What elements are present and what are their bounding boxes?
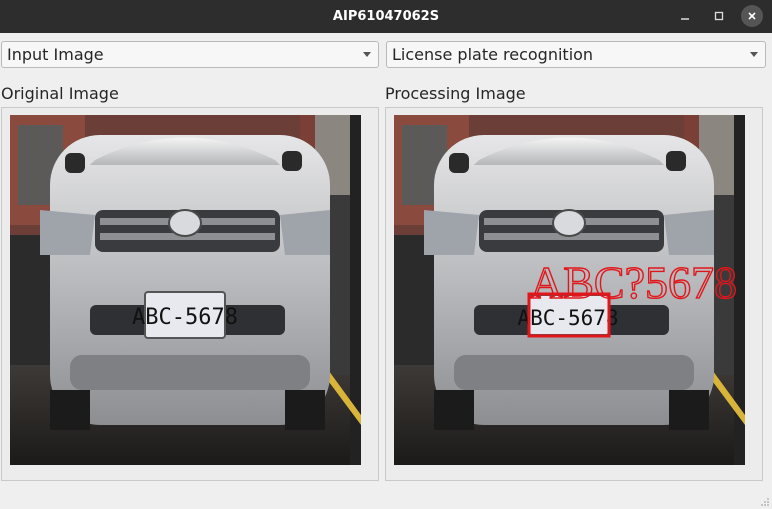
chevron-down-icon — [750, 52, 758, 57]
chevron-down-icon — [363, 52, 371, 57]
title-bar: AIP61047062S — [0, 0, 772, 33]
maximize-button[interactable] — [708, 5, 730, 27]
source-select-value: Input Image — [7, 45, 104, 64]
processing-image: ABC-5678 ABC?5678 — [394, 115, 745, 465]
close-button[interactable] — [741, 5, 763, 27]
maximize-icon — [714, 11, 724, 21]
source-select[interactable]: Input Image — [1, 41, 379, 68]
original-image-label: Original Image — [1, 84, 119, 103]
processing-image-label: Processing Image — [385, 84, 526, 103]
recognized-text: ABC?5678 — [530, 257, 737, 308]
minimize-button[interactable] — [674, 5, 696, 27]
plate-text: ABC-5678 — [132, 305, 238, 330]
close-icon — [748, 12, 756, 20]
original-image: ABC-5678 — [10, 115, 361, 465]
mode-select-value: License plate recognition — [392, 45, 594, 64]
mode-select[interactable]: License plate recognition — [386, 41, 766, 68]
minimize-icon — [681, 18, 689, 20]
resize-grip-icon[interactable] — [760, 497, 770, 507]
plate-text: ABC-5678 — [517, 306, 618, 330]
window-title: AIP61047062S — [332, 9, 440, 24]
